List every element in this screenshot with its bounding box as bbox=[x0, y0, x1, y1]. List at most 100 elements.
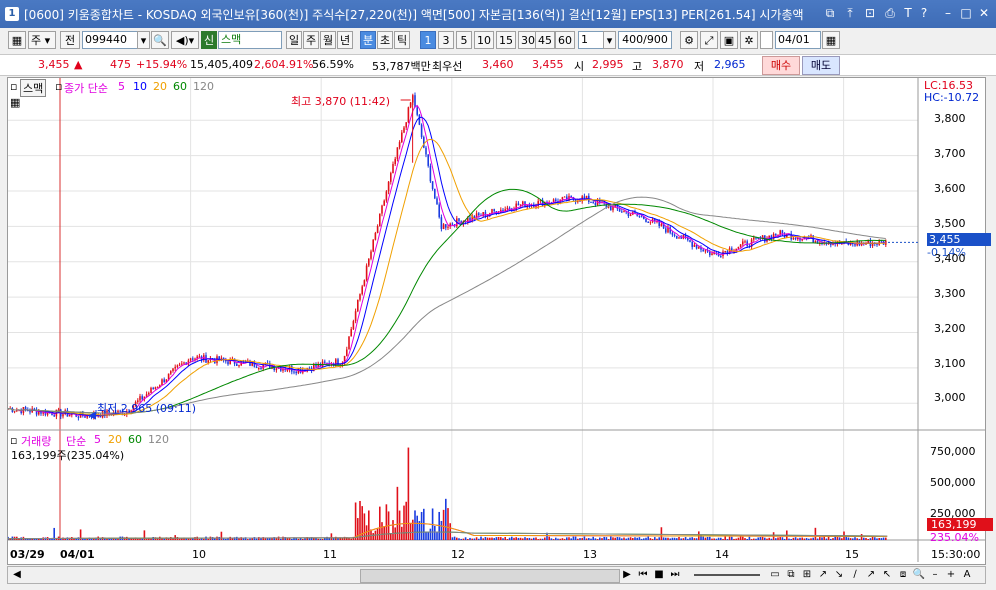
copy-icon[interactable]: ⧉ bbox=[784, 568, 798, 582]
minimize-icon[interactable]: – bbox=[940, 5, 956, 21]
calendar-icon[interactable]: ▦ bbox=[822, 31, 840, 49]
date-checkbox[interactable] bbox=[760, 31, 773, 49]
maximize-icon[interactable]: □ bbox=[958, 5, 974, 21]
tab-weekly[interactable]: 주 bbox=[303, 31, 319, 49]
tab-second[interactable]: 초 bbox=[377, 31, 393, 49]
tab-tick[interactable]: 틱 bbox=[394, 31, 410, 49]
vma-60[interactable]: 60 bbox=[128, 433, 142, 446]
toolbar: ▦ 주 ▾ 전 099440 ▾ 🔍 ◀)▾ 신 스맥 일 주 월 년 분 초 … bbox=[0, 30, 996, 52]
interval-1[interactable]: 1 bbox=[420, 31, 436, 49]
indicator-icon[interactable]: ⚙ bbox=[680, 31, 698, 49]
vma-120[interactable]: 120 bbox=[148, 433, 169, 446]
tab-minute[interactable]: 분 bbox=[360, 31, 376, 49]
zoom-out-icon[interactable]: – bbox=[928, 568, 942, 582]
zoom-icon[interactable]: 🔍 bbox=[912, 568, 926, 582]
volume-bar bbox=[673, 537, 676, 540]
ma-20[interactable]: 20 bbox=[153, 80, 167, 93]
candle-body bbox=[359, 294, 361, 300]
ma-60[interactable]: 60 bbox=[173, 80, 187, 93]
ma-10[interactable]: 10 bbox=[133, 80, 147, 93]
table-icon[interactable]: ▦ bbox=[10, 96, 20, 109]
interval-5[interactable]: 5 bbox=[456, 31, 472, 49]
vma-20[interactable]: 20 bbox=[108, 433, 122, 446]
tab-monthly[interactable]: 월 bbox=[320, 31, 336, 49]
candle-body bbox=[172, 368, 174, 372]
panel-menu-icon-2[interactable]: ▫ bbox=[55, 80, 62, 93]
select-tool-icon[interactable]: ↖ bbox=[880, 568, 894, 582]
scroll-right-icon[interactable]: ▶ bbox=[620, 568, 634, 582]
stock-name-field[interactable]: 스맥 bbox=[218, 31, 282, 49]
candle-body bbox=[152, 387, 154, 390]
trend-down-icon[interactable]: ↘ bbox=[832, 568, 846, 582]
chart-settings-icon[interactable]: ▦ bbox=[8, 31, 26, 49]
y-tick: 3,300 bbox=[934, 287, 966, 300]
volume-bar bbox=[220, 531, 223, 540]
ma-label[interactable]: 종가 단순 bbox=[64, 80, 108, 96]
tab-yearly[interactable]: 년 bbox=[337, 31, 353, 49]
layout-icon[interactable]: ⊞ bbox=[800, 568, 814, 582]
code-dropdown-icon[interactable]: ▾ bbox=[137, 31, 150, 49]
period-type-select[interactable]: 주 ▾ bbox=[28, 31, 56, 49]
interval-60[interactable]: 60 bbox=[555, 31, 575, 49]
chart-title-tag[interactable]: 스맥 bbox=[20, 79, 47, 97]
stock-code-input[interactable]: 099440 bbox=[82, 31, 138, 49]
vol-y-tick: 750,000 bbox=[930, 445, 976, 458]
auto-scale-icon[interactable]: A bbox=[960, 568, 974, 582]
bottom-scrollbar[interactable]: ◀ ▶ ⏮ ■ ⏭ ▭ ⧉ ⊞ ↗ ↘ ∕ ↗ ↖ ⧈ 🔍 – + A bbox=[7, 566, 986, 584]
buy-button[interactable]: 매수 bbox=[762, 56, 800, 75]
interval-3[interactable]: 3 bbox=[438, 31, 454, 49]
arrow-tool-icon[interactable]: ↗ bbox=[864, 568, 878, 582]
tab-daily[interactable]: 일 bbox=[286, 31, 302, 49]
sell-button[interactable]: 매도 bbox=[802, 56, 840, 75]
volume-bar bbox=[801, 537, 803, 540]
zoom-slider[interactable] bbox=[694, 574, 760, 576]
layer-icon[interactable]: ⧈ bbox=[896, 568, 910, 582]
draw-tool-icon[interactable]: ⤢ bbox=[700, 31, 718, 49]
snapshot-icon[interactable]: ⊡ bbox=[862, 5, 878, 21]
candle-body bbox=[720, 256, 722, 258]
volume-bar bbox=[464, 537, 467, 540]
date-input[interactable]: 04/01 bbox=[775, 31, 821, 49]
panel-menu-icon[interactable]: ▫ bbox=[10, 80, 17, 93]
interval-value-input[interactable]: 1 bbox=[578, 31, 604, 49]
help-icon[interactable]: ? bbox=[916, 5, 932, 21]
search-icon[interactable]: 🔍 bbox=[151, 31, 169, 49]
ma-5[interactable]: 5 bbox=[118, 80, 125, 93]
ma-120[interactable]: 120 bbox=[193, 80, 214, 93]
panel-menu-icon-3[interactable]: ▫ bbox=[10, 434, 17, 447]
stop-icon[interactable]: ■ bbox=[652, 568, 666, 582]
speaker-icon[interactable]: ◀)▾ bbox=[171, 31, 199, 49]
save-icon[interactable]: ▣ bbox=[720, 31, 738, 49]
link-icon[interactable]: ⧉ bbox=[822, 5, 838, 21]
trend-up-icon[interactable]: ↗ bbox=[816, 568, 830, 582]
interval-10[interactable]: 10 bbox=[474, 31, 494, 49]
scroll-left-icon[interactable]: ◀ bbox=[10, 568, 24, 582]
prev-button[interactable]: 전 bbox=[60, 31, 80, 49]
scroll-thumb[interactable] bbox=[360, 569, 620, 583]
close-icon[interactable]: ✕ bbox=[976, 5, 992, 21]
fast-forward-icon[interactable]: ⏭ bbox=[668, 568, 682, 582]
volume-bar bbox=[478, 538, 480, 540]
candle-body bbox=[680, 237, 682, 239]
interval-dropdown-icon[interactable]: ▾ bbox=[603, 31, 616, 49]
interval-45[interactable]: 45 bbox=[535, 31, 555, 49]
chart-area[interactable]: ▫ 스맥 ▦ ▫ 종가 단순 5 10 20 60 120 LC:16.53 H… bbox=[7, 77, 993, 565]
zoom-in-icon[interactable]: + bbox=[944, 568, 958, 582]
gear-icon[interactable]: ✲ bbox=[740, 31, 758, 49]
candle-body bbox=[519, 204, 522, 206]
rewind-icon[interactable]: ⏮ bbox=[636, 568, 650, 582]
interval-15[interactable]: 15 bbox=[496, 31, 516, 49]
vma-5[interactable]: 5 bbox=[94, 433, 101, 446]
volume-bar bbox=[733, 538, 735, 540]
candle-body bbox=[689, 240, 691, 242]
font-icon[interactable]: T bbox=[900, 5, 916, 21]
chart-canvas[interactable] bbox=[8, 78, 985, 564]
count-input[interactable]: 400/900 bbox=[618, 31, 672, 49]
candle-body bbox=[405, 122, 407, 128]
pin-icon[interactable]: ⤒ bbox=[842, 5, 858, 21]
volume-bar bbox=[830, 538, 832, 540]
line-tool-icon[interactable]: ∕ bbox=[848, 568, 862, 582]
crosshair-icon[interactable]: ▭ bbox=[768, 568, 782, 582]
print-icon[interactable]: ⎙ bbox=[882, 5, 898, 21]
volume-bar bbox=[689, 537, 691, 540]
